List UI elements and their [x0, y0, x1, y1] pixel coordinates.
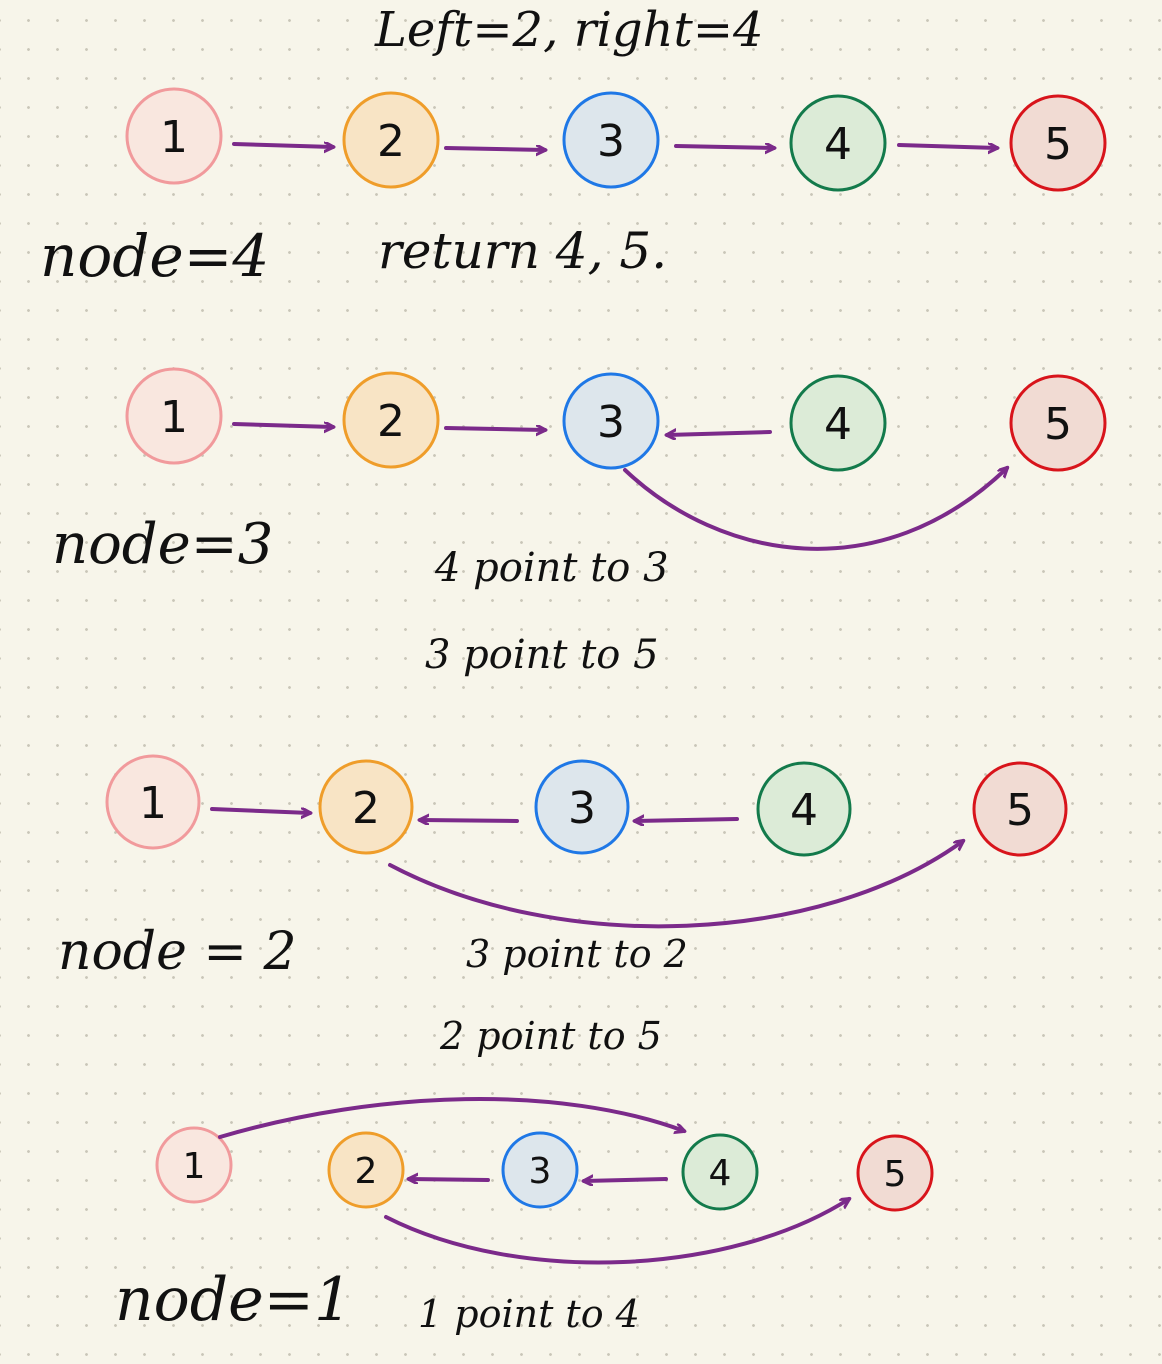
node-value: 1 [139, 778, 167, 829]
step-1-node-3: 3 [562, 91, 660, 189]
arrow-4-to-3 [635, 819, 739, 821]
arrow-4-to-3 [667, 432, 772, 435]
header-text: Left=2, right=4 [375, 2, 764, 58]
step-3-list: 1 2 3 4 5 [105, 754, 1068, 929]
step-1-node-1: 1 [125, 87, 223, 185]
diagram-canvas: 1 2 3 4 5 1 2 3 4 5 1 2 3 4 5 1 2 3 4 5 [105, 87, 1107, 1265]
node-value: 1 [160, 392, 188, 443]
arrow-1-to-2 [210, 807, 310, 813]
step-1-node-5: 5 [1009, 94, 1107, 192]
node-value: 2 [355, 1151, 378, 1192]
step-4-node-5: 5 [856, 1134, 934, 1212]
node-value: 5 [1044, 119, 1072, 170]
arrow-2-to-3 [444, 428, 545, 430]
node-value: 4 [824, 119, 852, 170]
node-value: 1 [160, 112, 188, 163]
arrow-2-to-5-curve [388, 841, 963, 929]
node-value: 4 [709, 1153, 732, 1194]
arrow-3-to-4 [674, 146, 774, 148]
step-2-state-label: node=3 [52, 512, 274, 577]
step-4-state-label: node=1 [115, 1265, 353, 1335]
step-2-node-4: 4 [789, 374, 887, 472]
step-1-state-label: node=4 [40, 222, 270, 290]
arrow-2-to-5-curve [384, 1199, 849, 1265]
node-value: 4 [824, 399, 852, 450]
arrow-1-to-2 [232, 144, 333, 147]
node-value: 3 [529, 1151, 552, 1192]
step-4-node-4: 4 [681, 1133, 759, 1211]
node-value: 2 [377, 396, 405, 447]
step-1-list: 1 2 3 4 5 [125, 87, 1107, 192]
node-value: 4 [790, 785, 818, 836]
node-value: 3 [568, 783, 596, 834]
arrow-3-to-5-curve [623, 468, 1007, 551]
node-value: 1 [183, 1146, 206, 1187]
step-3-state-label: node = 2 [58, 922, 297, 982]
arrow-1-to-2 [232, 424, 333, 427]
step-2-node-5: 5 [1009, 374, 1107, 472]
step-3-node-4: 4 [756, 761, 852, 857]
step-2-list: 1 2 3 4 5 [125, 367, 1107, 551]
step-1-node-4: 4 [789, 94, 887, 192]
arrow-3-to-2 [409, 1179, 490, 1180]
node-value: 3 [597, 116, 625, 167]
step-3-note-2: 2 point to 5 [440, 1014, 662, 1058]
node-value: 5 [1006, 785, 1034, 836]
node-value: 2 [352, 783, 380, 834]
step-1-node-2: 2 [342, 91, 440, 189]
step-4-note-1: 1 point to 4 [418, 1292, 640, 1336]
step-3-note-1: 3 point to 2 [466, 932, 688, 976]
arrow-2-to-3 [444, 148, 545, 150]
step-2-note-1: 4 point to 3 [435, 545, 669, 591]
arrow-3-to-2 [420, 820, 519, 821]
step-4-node-1: 1 [155, 1126, 233, 1204]
step-4-list: 1 2 3 4 5 [155, 1097, 934, 1265]
step-3-node-5: 5 [972, 761, 1068, 857]
node-value: 2 [377, 116, 405, 167]
node-value: 5 [884, 1154, 907, 1195]
node-value: 5 [1044, 399, 1072, 450]
arrow-4-to-3 [584, 1179, 668, 1181]
step-4-node-3: 3 [501, 1131, 579, 1209]
step-2-node-1: 1 [125, 367, 223, 465]
step-2-note-2: 3 point to 5 [425, 632, 659, 678]
step-2-node-2: 2 [342, 371, 440, 469]
step-4-node-2: 2 [327, 1131, 405, 1209]
step-2-node-3: 3 [562, 372, 660, 470]
step-3-node-2: 2 [318, 759, 414, 855]
step-3-node-3: 3 [534, 759, 630, 855]
arrow-1-to-4-curve [218, 1097, 684, 1139]
node-value: 3 [597, 397, 625, 448]
step-3-node-1: 1 [105, 754, 201, 850]
arrow-4-to-5 [897, 145, 997, 148]
step-1-note-1: return 4, 5. [378, 222, 668, 280]
